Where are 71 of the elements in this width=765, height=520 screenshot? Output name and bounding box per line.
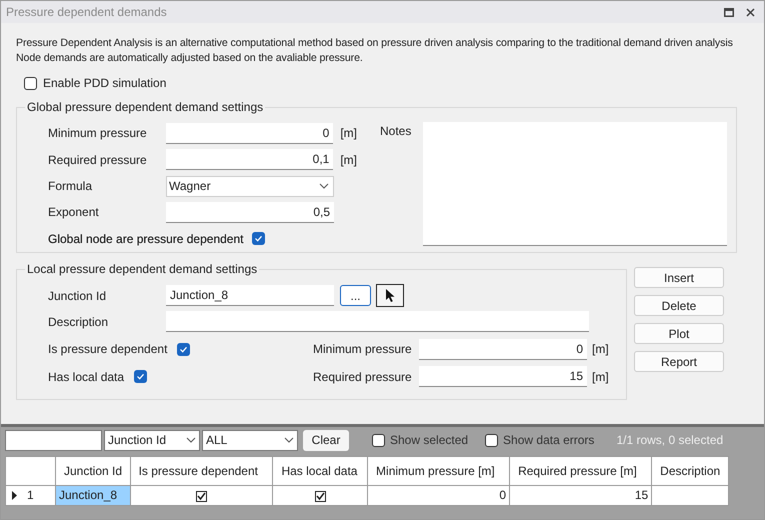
enable-pdd-checkbox[interactable] [24,76,37,90]
field-label: Required pressure [48,152,148,169]
row-header[interactable]: 1 [6,486,56,505]
checkbox[interactable] [485,434,498,446]
input-field[interactable]: 0 [166,122,334,144]
action-button[interactable]: Delete [634,295,724,316]
checkbox-label: Show selected [390,432,468,449]
description-field[interactable] [166,311,589,332]
checkbox-label: Is pressure dependent [48,341,168,358]
column-header[interactable]: Required pressure [m] [510,456,652,486]
input-field[interactable]: Junction_8 [166,285,334,306]
field-label: Minimum pressure [313,341,413,358]
action-button[interactable]: Insert [634,267,724,288]
pick-button[interactable] [376,284,404,307]
field-label: Junction Id [48,288,108,304]
input-field[interactable]: 0,1 [166,149,334,170]
field-label: Minimum pressure [48,125,148,142]
browse-button[interactable]: ... [340,285,371,306]
column-header[interactable]: Is pressure dependent [130,456,273,486]
field-label: Required pressure [313,368,413,386]
maximize-icon[interactable] [724,8,734,16]
unit-label: [m] [340,125,357,142]
row-number: 1 [27,487,34,504]
column-header[interactable]: Description [652,456,728,486]
checkbox-label: Global node are pressure dependent [48,230,244,248]
checkmark-icon[interactable] [196,490,207,502]
formula-dropdown[interactable]: Wagner [166,176,334,197]
action-button[interactable]: Report [634,351,724,372]
field-label: Description [48,314,110,330]
field-label: Exponent [48,204,100,222]
input-field[interactable]: 15 [419,366,587,387]
checkbox[interactable] [177,342,190,356]
search-field[interactable] [5,430,102,450]
unit-label: [m] [592,341,609,358]
checkmark-icon [136,372,146,381]
column-header[interactable]: Minimum pressure [m] [368,456,510,486]
field-label: Formula [48,178,94,196]
status-text: 1/1 rows, 0 selected [616,432,724,449]
input-field[interactable]: 0,5 [166,202,334,223]
checkmark-icon [254,234,264,244]
action-button[interactable]: Plot [634,323,724,344]
caret-icon [186,437,196,443]
pointer-icon [384,288,396,303]
checkmark-icon[interactable] [314,490,326,502]
window-title: Pressure dependent demands [6,4,167,21]
input-field[interactable]: 0 [419,338,587,360]
caret-icon [284,437,294,443]
checkbox[interactable] [252,232,266,246]
filter-dropdown[interactable]: ALL [202,430,298,450]
checkbox-label: Show data errors [503,432,594,449]
table-cell: 0 [368,486,510,505]
clear-button[interactable]: Clear [303,430,349,450]
unit-label: [m] [340,152,357,169]
close-icon[interactable] [746,8,755,16]
notes-label: Notes [380,123,412,140]
checkbox-label: Has local data [48,368,124,386]
group-title: Global pressure dependent demand settings [25,99,266,115]
description-text: Node demands are automatically adjusted based on the avaliable pressure. [16,51,363,66]
checkmark-icon [179,344,188,354]
column-header[interactable]: Has local data [272,456,368,486]
checkbox-label: Enable PDD simulation [43,75,166,92]
unit-label: [m] [592,368,609,386]
table-cell: Junction_8 [56,486,130,505]
checkbox[interactable] [134,370,148,383]
group-title: Local pressure dependent demand settings [25,261,260,277]
column-dropdown[interactable]: Junction Id [104,430,200,450]
checkbox[interactable] [372,434,385,446]
notes-field[interactable] [423,122,728,246]
caret-icon [319,183,329,190]
table-cell: 15 [510,486,652,505]
description-text: Pressure Dependent Analysis is an alternative computational method based on pressure driven analysis comparing to the traditional demand driven analysis [16,36,733,51]
